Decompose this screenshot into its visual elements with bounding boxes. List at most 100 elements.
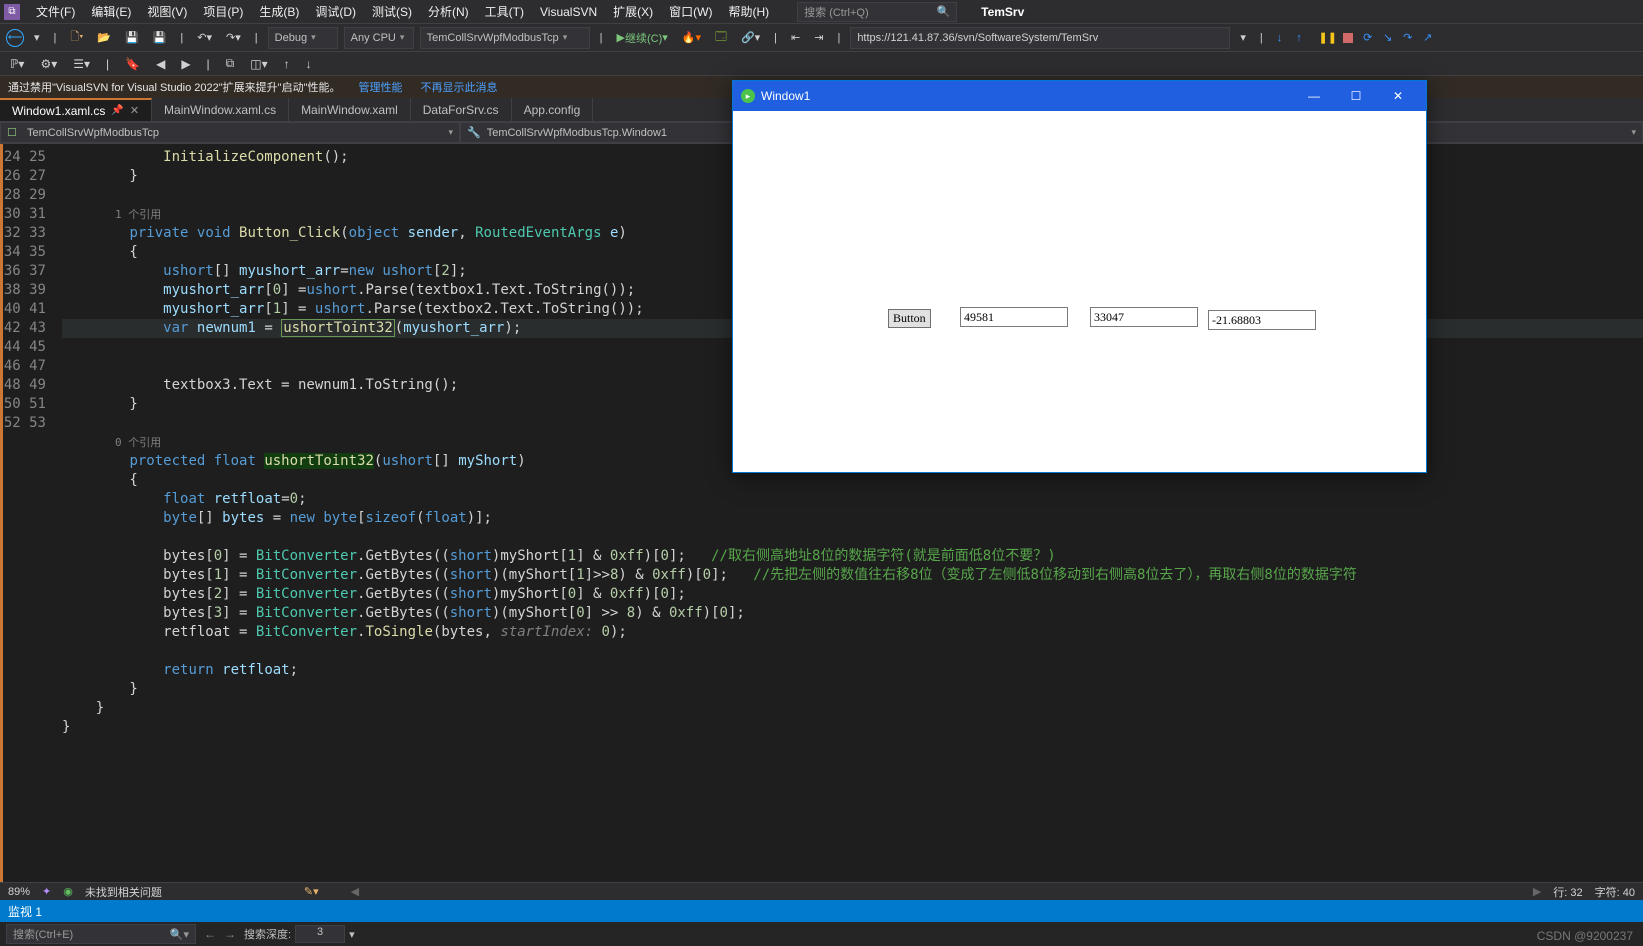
new-item-icon[interactable]: 🗋▾	[66, 27, 87, 49]
hot-reload-icon[interactable]: 🔥▾	[678, 27, 705, 49]
platform-dropdown[interactable]: Any CPU▾	[344, 27, 414, 49]
menu-analyze[interactable]: 分析(N)	[420, 3, 477, 20]
menu-debug[interactable]: 调试(D)	[307, 3, 364, 20]
line-gutter: 24 25 26 27 28 29 30 31 32 33 34 35 36 3…	[0, 144, 56, 882]
menu-edit[interactable]: 编辑(E)	[83, 3, 139, 20]
textbox1[interactable]	[960, 307, 1068, 327]
stop-icon[interactable]	[1340, 30, 1356, 46]
watch-search[interactable]: 搜索(Ctrl+E) 🔍▾	[6, 924, 196, 944]
outdent-icon[interactable]: ⇥	[810, 27, 827, 49]
zoom-level[interactable]: 89%	[8, 886, 30, 898]
nav-right-label: TemCollSrvWpfModbusTcp.Window1	[487, 127, 667, 139]
tab-window1-xaml-cs[interactable]: Window1.xaml.cs 📌 ✕	[0, 98, 152, 121]
pin-icon[interactable]: 📌	[111, 105, 123, 116]
nav-left-label: TemCollSrvWpfModbusTcp	[27, 127, 159, 139]
menu-build[interactable]: 生成(B)	[251, 3, 307, 20]
stack-icon[interactable]: ☰▾	[69, 53, 94, 75]
bookmark-icon[interactable]: 🔖	[121, 53, 144, 75]
bookmark-prev-icon[interactable]: ◀	[152, 53, 169, 75]
search-icon: 🔍▾	[170, 928, 189, 941]
redo-icon[interactable]: ↷▾	[222, 27, 245, 49]
nav-back-icon[interactable]: ⟵	[6, 29, 24, 47]
browser-link-icon[interactable]: 🔗▾	[737, 27, 764, 49]
maximize-button[interactable]: ☐	[1336, 81, 1376, 111]
thread-icon[interactable]: ⚙▾	[36, 53, 61, 75]
tab-mainwindow-xaml[interactable]: MainWindow.xaml	[289, 98, 411, 121]
svn-dropdown-icon[interactable]: ▾	[1236, 27, 1250, 49]
chevron-down-icon: ▾	[1631, 127, 1636, 138]
menu-visualsvn[interactable]: VisualSVN	[532, 5, 605, 19]
minimize-button[interactable]: —	[1294, 81, 1334, 111]
search-icon: 🔍	[936, 5, 950, 18]
split-icon[interactable]: ◫▾	[246, 53, 271, 75]
indent-icon[interactable]: ⇤	[787, 27, 804, 49]
nav-fwd-icon[interactable]: ▾	[30, 27, 44, 49]
global-search[interactable]: 搜索 (Ctrl+Q) 🔍	[797, 2, 957, 22]
up-icon[interactable]: ↑	[280, 53, 294, 75]
global-search-placeholder: 搜索 (Ctrl+Q)	[804, 4, 868, 20]
svn-commit-icon[interactable]: ↑	[1292, 27, 1306, 49]
menu-help[interactable]: 帮助(H)	[720, 3, 777, 20]
save-all-icon[interactable]: 💾	[149, 27, 171, 49]
app-titlebar[interactable]: ▸ Window1 — ☐ ✕	[733, 81, 1426, 111]
config-dropdown[interactable]: Debug▾	[268, 27, 338, 49]
step-over-icon[interactable]: ↷	[1400, 30, 1416, 46]
brush-icon[interactable]: ✎▾	[304, 885, 319, 898]
vs-logo-icon: ⧉	[4, 4, 20, 20]
secondary-toolbar: ℙ▾ ⚙▾ ☰▾ | 🔖 ◀ ▶ | ⧉ ◫▾ ↑ ↓	[0, 52, 1643, 76]
new-window-icon[interactable]: ⧉	[222, 53, 239, 75]
open-icon[interactable]: 📂	[93, 27, 115, 49]
menu-view[interactable]: 视图(V)	[139, 3, 195, 20]
menu-window[interactable]: 窗口(W)	[661, 3, 720, 20]
browser-icon[interactable]: 🗔	[711, 27, 731, 49]
menu-test[interactable]: 测试(S)	[364, 3, 420, 20]
menu-file[interactable]: 文件(F)	[28, 3, 83, 20]
col-indicator: 字符: 40	[1595, 884, 1635, 900]
textbox3[interactable]	[1208, 310, 1316, 330]
dismiss-link[interactable]: 不再显示此消息	[420, 79, 497, 95]
refactor-icon[interactable]: ✦	[42, 885, 51, 898]
close-icon[interactable]: ✕	[130, 104, 139, 117]
textbox2[interactable]	[1090, 307, 1198, 327]
watch-title: 监视 1	[8, 903, 42, 920]
nav-back-icon[interactable]: ←	[204, 927, 216, 941]
menu-project[interactable]: 项目(P)	[195, 3, 251, 20]
step-into-icon[interactable]: ↘	[1380, 30, 1396, 46]
menu-extensions[interactable]: 扩展(X)	[605, 3, 661, 20]
search-depth: 搜索深度: 3 ▾	[244, 925, 355, 943]
running-app-window[interactable]: ▸ Window1 — ☐ ✕ Button	[732, 80, 1427, 473]
undo-icon[interactable]: ↶▾	[193, 27, 216, 49]
save-icon[interactable]: 💾	[121, 27, 143, 49]
nav-fwd-icon[interactable]: →	[224, 927, 236, 941]
main-toolbar: ⟵ ▾ | 🗋▾ 📂 💾 💾 | ↶▾ ↷▾ | Debug▾ Any CPU▾…	[0, 24, 1643, 52]
tab-app-config[interactable]: App.config	[512, 98, 594, 121]
bookmark-next-icon[interactable]: ▶	[177, 53, 194, 75]
app-button[interactable]: Button	[888, 309, 931, 328]
continue-button[interactable]: ▶ 继续(C) ▾	[613, 27, 672, 49]
svn-update-icon[interactable]: ↓	[1273, 27, 1287, 49]
close-button[interactable]: ✕	[1378, 81, 1418, 111]
pause-icon[interactable]: ❚❚	[1320, 30, 1336, 46]
depth-label: 搜索深度:	[244, 926, 291, 942]
app-icon: ▸	[741, 89, 755, 103]
tab-label: App.config	[524, 103, 581, 117]
watch-search-placeholder: 搜索(Ctrl+E)	[13, 926, 73, 942]
ok-icon: ◉	[63, 885, 73, 898]
restart-icon[interactable]: ⟳	[1360, 30, 1376, 46]
solution-name: TemSrv	[981, 5, 1024, 19]
down-icon[interactable]: ↓	[302, 53, 316, 75]
project-nav-dropdown[interactable]: ☐ TemCollSrvWpfModbusTcp ▾	[0, 122, 460, 143]
svn-url-field[interactable]: https://121.41.87.36/svn/SoftwareSystem/…	[850, 27, 1230, 49]
process-icon[interactable]: ℙ▾	[6, 53, 28, 75]
depth-spinner[interactable]: 3	[295, 925, 345, 943]
startup-dropdown[interactable]: TemCollSrvWpfModbusTcp▾	[420, 27, 590, 49]
manage-perf-link[interactable]: 管理性能	[358, 79, 402, 95]
tab-label: DataForSrv.cs	[423, 103, 499, 117]
watch-panel-header[interactable]: 监视 1	[0, 900, 1643, 922]
step-out-icon[interactable]: ↗	[1420, 30, 1436, 46]
debug-controls: ❚❚ ⟳ ↘ ↷ ↗	[1320, 30, 1436, 46]
tab-mainwindow-xaml-cs[interactable]: MainWindow.xaml.cs	[152, 98, 289, 121]
chevron-down-icon: ▾	[448, 127, 453, 138]
tab-dataforsrv-cs[interactable]: DataForSrv.cs	[411, 98, 512, 121]
menu-tools[interactable]: 工具(T)	[477, 3, 532, 20]
